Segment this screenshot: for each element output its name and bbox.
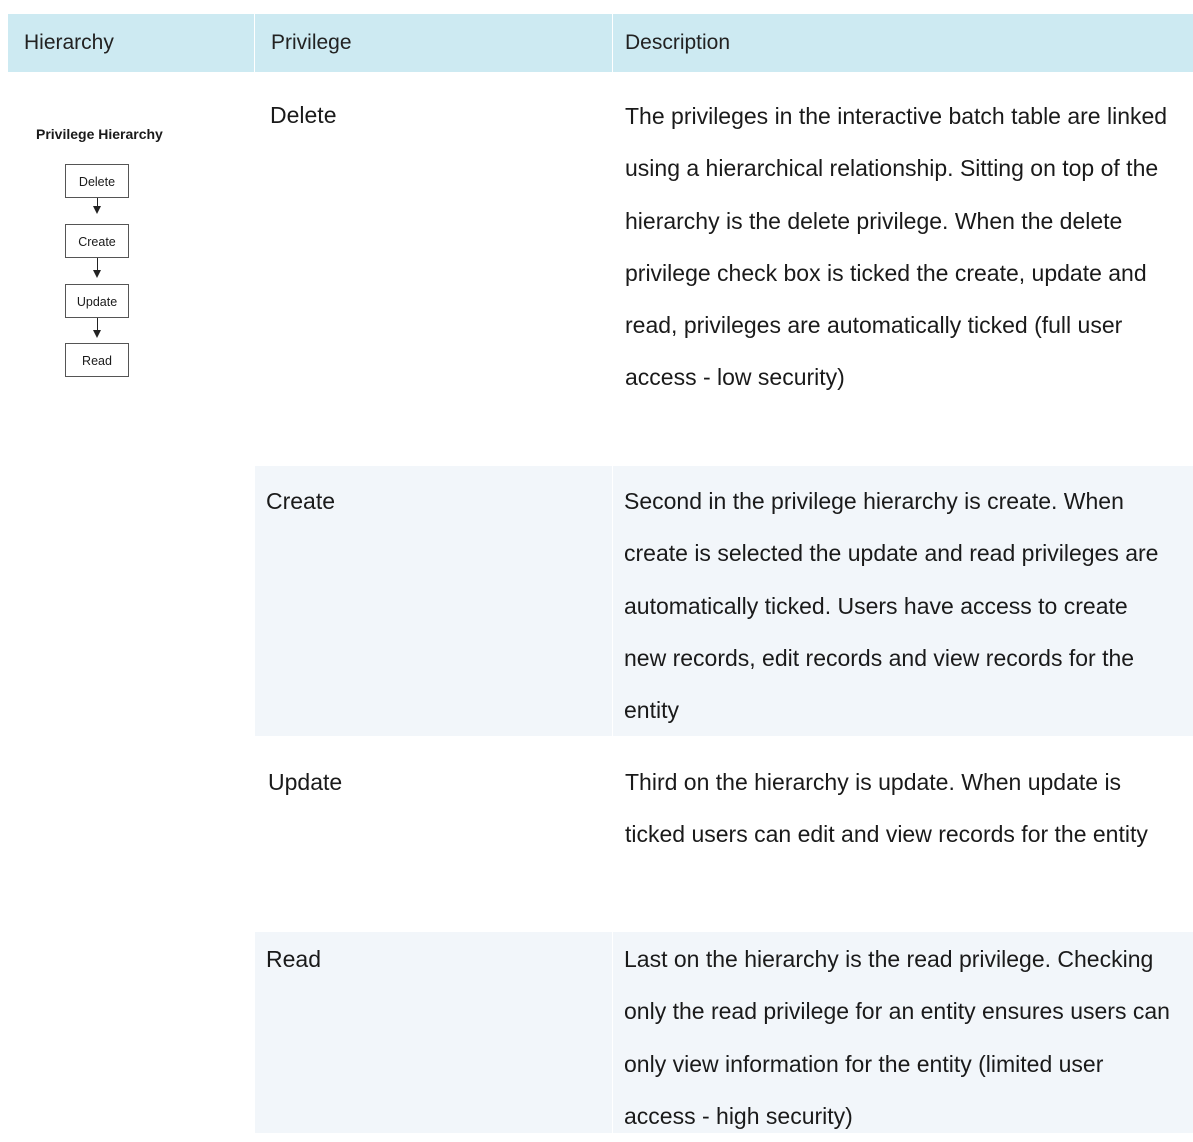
arrow-down-icon xyxy=(93,206,101,214)
header-hierarchy: Hierarchy xyxy=(8,14,254,72)
diagram-connector xyxy=(97,318,98,330)
arrow-down-icon xyxy=(93,330,101,338)
column-divider xyxy=(612,466,613,736)
privilege-read: Read xyxy=(266,946,321,972)
header-privilege: Privilege xyxy=(255,14,612,72)
column-divider xyxy=(612,932,613,1133)
description-read: Last on the hierarchy is the read privil… xyxy=(624,946,1170,1129)
diagram-box-read: Read xyxy=(65,343,129,377)
arrow-down-icon xyxy=(93,270,101,278)
privilege-delete: Delete xyxy=(270,102,337,128)
diagram-box-delete: Delete xyxy=(65,164,129,198)
privilege-update: Update xyxy=(268,769,343,795)
diagram-connector xyxy=(97,198,98,206)
diagram-title: Privilege Hierarchy xyxy=(36,126,163,142)
description-delete: The privileges in the interactive batch … xyxy=(625,103,1168,391)
privilege-create: Create xyxy=(266,488,336,514)
description-update: Third on the hierarchy is update. When u… xyxy=(625,769,1148,848)
diagram-connector xyxy=(97,258,98,270)
description-create: Second in the privilege hierarchy is cre… xyxy=(624,488,1159,724)
diagram-box-update: Update xyxy=(65,284,129,318)
diagram-box-create: Create xyxy=(65,224,129,258)
header-description: Description xyxy=(613,14,1193,72)
